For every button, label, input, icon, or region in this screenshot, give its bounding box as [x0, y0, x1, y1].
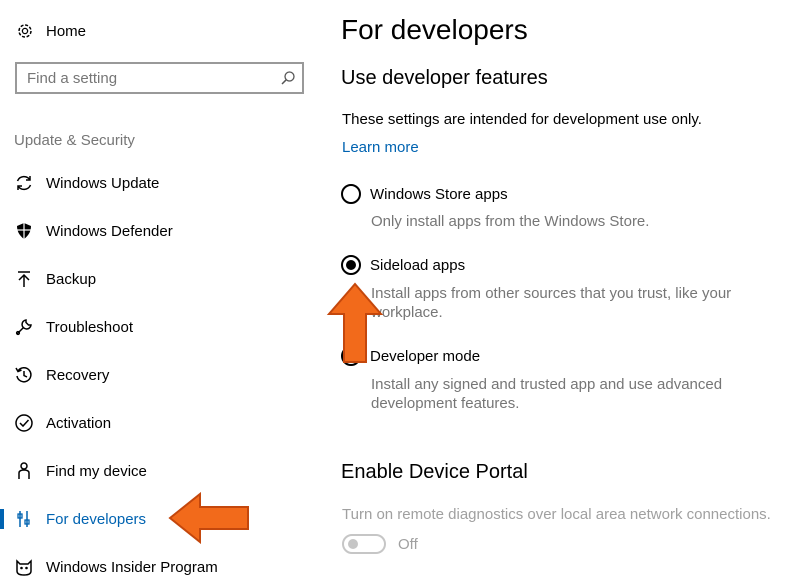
sidebar-item-label: Windows Insider Program [46, 558, 218, 576]
shield-icon [13, 220, 35, 242]
sidebar-item-label: Windows Defender [46, 222, 173, 240]
device-portal-description: Turn on remote diagnostics over local ar… [342, 506, 771, 523]
sidebar-item-for-developers[interactable]: For developers [0, 499, 320, 539]
home-nav-item[interactable]: Home [14, 18, 86, 44]
option-label: Developer mode [370, 347, 481, 365]
toggle-state-label: Off [398, 535, 418, 553]
developer-mode-radio[interactable] [341, 346, 361, 366]
option-description: Only install apps from the Windows Store… [371, 213, 650, 230]
section-title: Update & Security [14, 132, 135, 149]
active-indicator [0, 509, 4, 529]
developer-features-description: These settings are intended for developm… [342, 111, 702, 128]
option-label: Windows Store apps [370, 185, 508, 203]
sidebar-item-backup[interactable]: Backup [0, 259, 320, 299]
page-title: For developers [341, 14, 528, 45]
sidebar-item-label: For developers [46, 510, 147, 528]
device-portal-toggle-row: Off [342, 534, 418, 554]
developer-features-heading: Use developer features [341, 67, 548, 89]
sidebar-item-activation[interactable]: Activation [0, 403, 320, 443]
windows-store-apps-option[interactable]: Windows Store apps [341, 182, 508, 206]
insider-cat-icon [13, 556, 35, 578]
sideload-apps-option[interactable]: Sideload apps [341, 253, 465, 277]
sidebar-item-label: Find my device [46, 462, 147, 480]
option-description: Install any signed and trusted app and u… [371, 376, 723, 412]
settings-sidebar: Home Update & Security Windows Update Wi… [0, 0, 320, 587]
sidebar-item-label: Recovery [46, 366, 110, 384]
sideload-apps-radio[interactable] [341, 255, 361, 275]
sidebar-item-windows-update[interactable]: Windows Update [0, 163, 320, 203]
sidebar-item-label: Windows Update [46, 174, 160, 192]
option-description: Install apps from other sources that you… [371, 285, 732, 321]
sidebar-item-recovery[interactable]: Recovery [0, 355, 320, 395]
developer-settings-panel: For developers Use developer features Th… [341, 0, 781, 587]
search-input[interactable] [17, 64, 274, 92]
search-box[interactable] [15, 62, 304, 94]
sidebar-item-label: Activation [46, 414, 112, 432]
learn-more-link[interactable]: Learn more [342, 139, 419, 156]
sidebar-item-find-my-device[interactable]: Find my device [0, 451, 320, 491]
sidebar-item-label: Backup [46, 270, 97, 288]
sidebar-item-label: Troubleshoot [46, 318, 133, 336]
gear-icon [14, 20, 36, 42]
search-icon[interactable] [274, 64, 302, 92]
device-portal-toggle[interactable] [342, 534, 386, 554]
person-icon [13, 460, 35, 482]
upload-arrow-icon [13, 268, 35, 290]
home-label: Home [46, 22, 87, 40]
sidebar-item-windows-defender[interactable]: Windows Defender [0, 211, 320, 251]
developer-mode-option[interactable]: Developer mode [341, 344, 480, 368]
sidebar-item-troubleshoot[interactable]: Troubleshoot [0, 307, 320, 347]
windows-store-apps-radio[interactable] [341, 184, 361, 204]
option-label: Sideload apps [370, 256, 466, 274]
check-circle-icon [13, 412, 35, 434]
refresh-icon [13, 172, 35, 194]
wrench-icon [13, 316, 35, 338]
sidebar-item-windows-insider-program[interactable]: Windows Insider Program [0, 547, 320, 587]
developer-tools-icon [13, 508, 35, 530]
history-icon [13, 364, 35, 386]
device-portal-heading: Enable Device Portal [341, 461, 528, 483]
